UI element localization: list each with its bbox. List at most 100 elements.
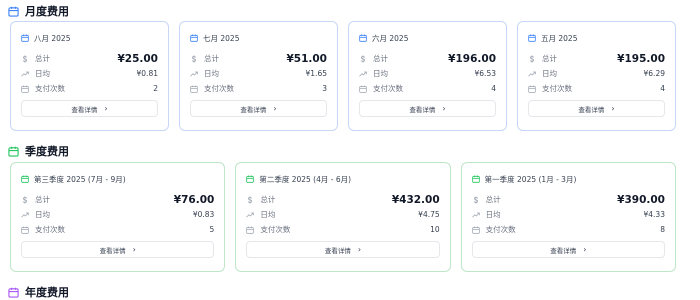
card-title: 五月 2025 (528, 32, 665, 44)
total-value: ¥196.00 (448, 52, 496, 65)
quarterly-card: 第一季度 2025 (1月 - 3月) 总计 ¥390.00 日均 ¥4.33 (460, 162, 676, 272)
view-details-label: 查看详情 (324, 246, 351, 255)
total-value: ¥76.00 (173, 193, 215, 206)
daily-avg-value: ¥6.29 (643, 69, 665, 78)
trending-up-icon (471, 211, 480, 219)
view-details-button[interactable]: 查看详情 › (359, 100, 496, 117)
yearly-section-header: 年度费用 (8, 284, 69, 300)
daily-avg-label: 日均 (35, 210, 50, 219)
calendar-icon (21, 85, 29, 93)
view-details-button[interactable]: 查看详情 › (246, 241, 440, 258)
calendar-icon (8, 6, 19, 17)
payment-count-label: 支付次数 (260, 225, 291, 234)
chevron-right-icon: › (357, 244, 362, 254)
dollar-icon (246, 195, 254, 204)
quarterly-card: 第三季度 2025 (7月 - 9月) 总计 ¥76.00 日均 ¥0.83 支… (10, 162, 226, 272)
payment-count-label: 支付次数 (35, 84, 65, 93)
view-details-button[interactable]: 查看详情 › (528, 100, 665, 117)
daily-avg-row: 日均 ¥6.53 (359, 66, 496, 81)
daily-avg-row: 日均 ¥4.75 (246, 207, 440, 222)
dollar-icon (472, 195, 480, 204)
dollar-icon (359, 54, 367, 63)
view-details-label: 查看详情 (409, 105, 436, 114)
view-details-label: 查看详情 (578, 105, 605, 114)
card-title: 第一季度 2025 (1月 - 3月) (471, 173, 665, 185)
payment-count-row: 支付次数 5 (21, 222, 214, 237)
calendar-icon (528, 85, 536, 93)
calendar-icon (21, 226, 29, 234)
card-title: 七月 2025 (190, 32, 327, 44)
yearly-section-title: 年度费用 (25, 286, 69, 299)
payment-count-value: 8 (660, 225, 665, 234)
daily-avg-label: 日均 (542, 69, 557, 78)
payment-count-row: 支付次数 4 (528, 81, 665, 96)
monthly-card: 七月 2025 总计 ¥51.00 日均 ¥1.65 支付次数 3 查看详情 › (179, 21, 338, 131)
total-label: 总计 (260, 195, 276, 204)
payment-count-label: 支付次数 (35, 225, 65, 234)
view-details-button[interactable]: 查看详情 › (21, 241, 215, 258)
total-label: 总计 (373, 54, 388, 63)
daily-avg-row: 日均 ¥0.83 (21, 207, 214, 222)
quarterly-cards: 第三季度 2025 (7月 - 9月) 总计 ¥76.00 日均 ¥0.83 支… (10, 162, 676, 272)
trending-up-icon (21, 70, 29, 78)
monthly-cards: 八月 2025 总计 ¥25.00 日均 ¥0.81 支付次数 2 查看详情 ›… (10, 21, 676, 131)
chevron-right-icon: › (132, 244, 136, 254)
card-title-text: 第三季度 2025 (7月 - 9月) (34, 174, 126, 184)
view-details-label: 查看详情 (550, 246, 577, 255)
view-details-button[interactable]: 查看详情 › (190, 100, 327, 117)
calendar-icon (471, 175, 480, 183)
payment-count-row: 支付次数 8 (471, 222, 665, 237)
daily-avg-row: 日均 ¥6.29 (528, 66, 665, 81)
chevron-right-icon: › (611, 103, 615, 113)
daily-avg-value: ¥4.33 (643, 210, 665, 219)
daily-avg-value: ¥6.53 (474, 69, 496, 78)
total-row: 总计 ¥390.00 (472, 192, 665, 207)
payment-count-row: 支付次数 10 (246, 222, 440, 237)
trending-up-icon (190, 70, 198, 78)
daily-avg-row: 日均 ¥0.81 (21, 66, 158, 81)
card-title-text: 六月 2025 (372, 33, 409, 43)
calendar-icon (246, 175, 255, 183)
view-details-label: 查看详情 (240, 105, 267, 114)
total-value: ¥390.00 (617, 193, 665, 206)
payment-count-label: 支付次数 (373, 84, 403, 93)
quarterly-card: 第二季度 2025 (4月 - 6月) 总计 ¥432.00 日均 ¥4.75 (235, 162, 451, 272)
monthly-card: 五月 2025 总计 ¥195.00 日均 ¥6.29 支付次数 4 查看详情 … (517, 21, 676, 131)
calendar-icon (190, 85, 198, 93)
chevron-right-icon: › (104, 103, 108, 113)
dollar-icon (21, 195, 29, 204)
monthly-section-title: 月度费用 (25, 5, 69, 18)
total-row: 总计 ¥196.00 (359, 51, 496, 66)
view-details-button[interactable]: 查看详情 › (21, 100, 158, 117)
total-label: 总计 (35, 54, 50, 63)
view-details-button[interactable]: 查看详情 › (471, 241, 665, 258)
payment-count-value: 2 (153, 84, 158, 93)
daily-avg-label: 日均 (204, 69, 219, 78)
calendar-icon (359, 85, 367, 93)
total-row: 总计 ¥195.00 (528, 51, 665, 66)
chevron-right-icon: › (583, 244, 587, 254)
daily-avg-row: 日均 ¥1.65 (190, 66, 327, 81)
daily-avg-value: ¥0.81 (136, 69, 158, 78)
calendar-icon (190, 34, 198, 42)
card-title-text: 八月 2025 (34, 33, 71, 43)
quarterly-section-header: 季度费用 (8, 143, 69, 159)
trending-up-icon (21, 211, 29, 219)
trending-up-icon (528, 70, 536, 78)
monthly-section-header: 月度费用 (8, 3, 69, 19)
total-value: ¥51.00 (286, 52, 327, 65)
view-details-label: 查看详情 (71, 105, 98, 114)
total-value: ¥432.00 (391, 193, 440, 206)
payment-count-label: 支付次数 (204, 84, 234, 93)
calendar-icon (8, 146, 19, 157)
payment-count-row: 支付次数 2 (21, 81, 158, 96)
total-label: 总计 (542, 54, 557, 63)
payment-count-label: 支付次数 (542, 84, 572, 93)
chevron-right-icon: › (442, 103, 446, 113)
card-title: 八月 2025 (21, 32, 158, 44)
payment-count-value: 10 (430, 225, 440, 234)
daily-avg-label: 日均 (35, 69, 50, 78)
calendar-icon (8, 287, 19, 298)
total-row: 总计 ¥25.00 (21, 51, 158, 66)
daily-avg-value: ¥4.75 (418, 210, 440, 219)
